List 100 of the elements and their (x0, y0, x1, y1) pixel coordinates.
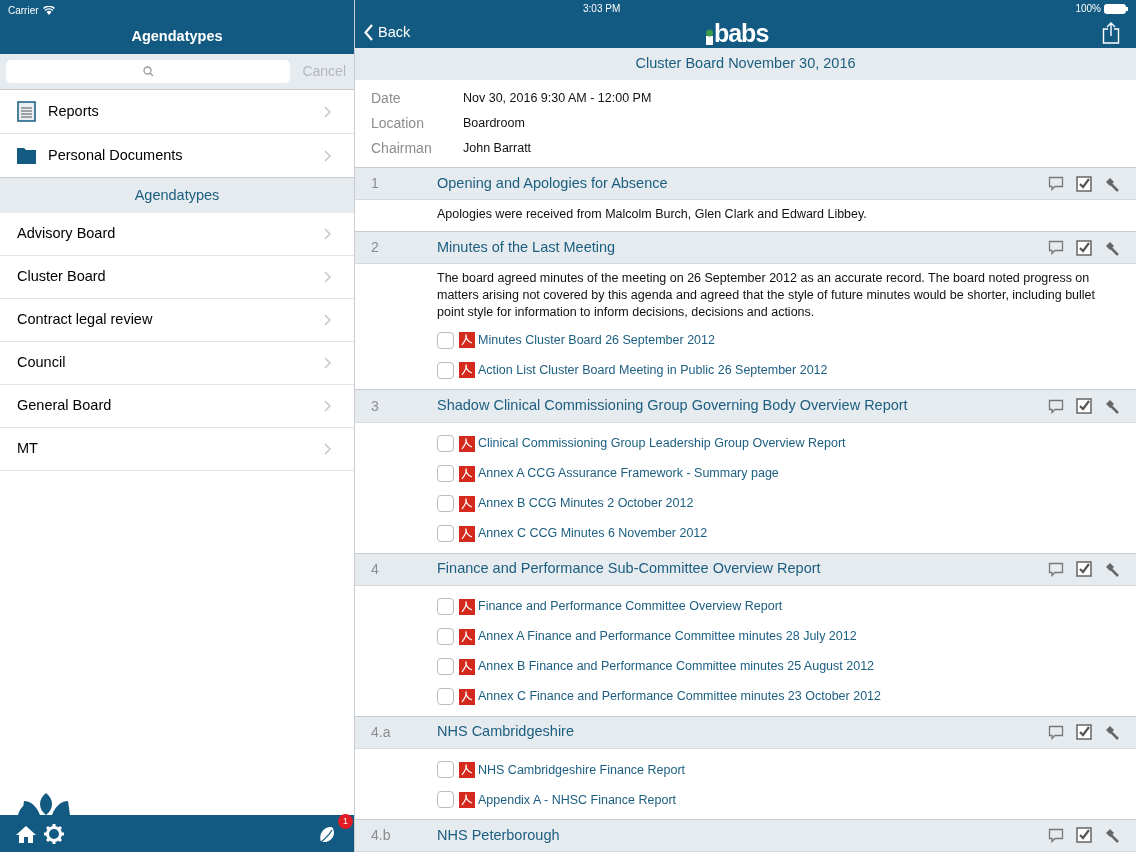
item-number: 4.a (371, 722, 392, 742)
status-time: 3:03 PM (583, 2, 621, 17)
panel-title: Agendatypes (131, 27, 223, 47)
comment-icon[interactable] (1048, 561, 1064, 577)
chevron-icon (323, 356, 332, 370)
document-link[interactable]: Appendix A - NHSC Finance Report (478, 790, 677, 810)
app-logo: babs (704, 20, 769, 45)
carrier-label: Carrier (8, 3, 39, 18)
wifi-icon (42, 5, 55, 15)
section-header: Agendatypes (134, 185, 220, 205)
notification-badge: 1 (338, 813, 353, 829)
agenda-item-title[interactable]: NHS Peterborough (437, 824, 1048, 847)
tree-icon (704, 28, 714, 45)
agenda-item-title[interactable]: NHS Cambridgeshire (437, 721, 1048, 744)
chevron-icon (323, 399, 332, 413)
comment-icon[interactable] (1048, 240, 1064, 256)
gavel-icon[interactable] (1104, 175, 1120, 192)
pdf-icon (459, 791, 475, 808)
gavel-icon[interactable] (1104, 724, 1120, 741)
item-description: Apologies were received from Malcolm Burch, Glen Clark and Edward Libbey. (437, 206, 868, 224)
detail-value: Nov 30, 2016 9:30 AM - 12:00 PM (463, 90, 652, 108)
document-link[interactable]: Minutes Cluster Board 26 September 2012 (478, 331, 715, 350)
agenda-item-title[interactable]: Minutes of the Last Meeting (437, 236, 1048, 259)
gavel-icon[interactable] (1104, 827, 1120, 844)
comment-icon[interactable] (1048, 176, 1064, 192)
document-link[interactable]: Annex C Finance and Performance Committee minutes 23 October 2012 (478, 687, 881, 707)
settings-icon[interactable] (44, 823, 64, 844)
gavel-icon[interactable] (1104, 239, 1120, 256)
pdf-icon (459, 465, 475, 482)
detail-label: Location (371, 114, 425, 134)
pdf-icon (459, 525, 475, 542)
agenda-item-title[interactable]: Opening and Apologies for Absence (437, 172, 1048, 195)
pdf-icon (459, 495, 475, 512)
checkbox[interactable] (437, 658, 454, 676)
pdf-icon (459, 628, 475, 645)
chevron-icon (323, 227, 332, 241)
checkbox-icon[interactable] (1076, 175, 1092, 192)
comment-icon[interactable] (1048, 398, 1064, 414)
checkbox-icon[interactable] (1076, 827, 1092, 844)
item-number: 4.b (371, 825, 392, 845)
pdf-icon (459, 362, 475, 379)
checkbox[interactable] (437, 628, 454, 646)
document-link[interactable]: NHS Cambridgeshire Finance Report (478, 760, 686, 780)
share-icon[interactable] (1102, 21, 1120, 44)
item-number: 3 (371, 396, 380, 416)
gavel-icon[interactable] (1104, 398, 1120, 414)
battery-icon (1104, 3, 1128, 14)
checkbox[interactable] (437, 688, 454, 706)
pdf-icon (459, 435, 475, 452)
agenda-item-title[interactable]: Shadow Clinical Commissioning Group Governing Body Overview Report (437, 395, 1048, 417)
search-icon (142, 66, 154, 77)
document-link[interactable]: Annex A CCG Assurance Framework - Summary page (478, 464, 779, 483)
checkbox[interactable] (437, 465, 454, 483)
document-link[interactable]: Annex B Finance and Performance Committee minutes 25 August 2012 (478, 657, 875, 677)
checkbox[interactable] (437, 331, 454, 349)
pdf-icon (459, 332, 475, 349)
item-description: The board agreed minutes of the meeting on 26 September 2012 as an accurate record. The board noted progress on matters arising not covered by this agenda and agreed that the style of future minutes would be shorter, including bullet point style for information to inform decisions, decisions and actions. (437, 270, 1097, 322)
back-chevron-icon (364, 24, 374, 42)
checkbox-icon[interactable] (1076, 561, 1092, 578)
checkbox-icon[interactable] (1076, 724, 1092, 741)
item-number: 2 (371, 238, 380, 258)
gavel-icon[interactable] (1104, 561, 1120, 578)
document-link[interactable]: Annex B CCG Minutes 2 October 2012 (478, 494, 694, 513)
chevron-icon (323, 442, 332, 456)
pdf-icon (459, 598, 475, 615)
detail-value: Boardroom (463, 115, 525, 133)
document-icon (17, 101, 36, 122)
item-number: 4 (371, 559, 380, 579)
pdf-icon (459, 761, 475, 778)
document-link[interactable]: Annex C CCG Minutes 6 November 2012 (478, 524, 708, 543)
search-field[interactable] (6, 60, 291, 83)
folder-icon (17, 145, 36, 166)
checkbox-icon[interactable] (1076, 398, 1092, 414)
checkbox[interactable] (437, 791, 454, 809)
checkbox[interactable] (437, 435, 454, 453)
chevron-icon (323, 148, 332, 163)
checkbox-icon[interactable] (1076, 239, 1092, 256)
document-link[interactable]: Action List Cluster Board Meeting in Public 26 September 2012 (478, 361, 828, 380)
pdf-icon (459, 658, 475, 675)
chevron-icon (323, 270, 332, 284)
checkbox[interactable] (437, 495, 454, 513)
detail-label: Date (371, 89, 402, 109)
document-link[interactable]: Annex A Finance and Performance Committee minutes 28 July 2012 (478, 627, 857, 647)
meeting-title: Cluster Board November 30, 2016 (635, 54, 856, 74)
agenda-item-title[interactable]: Finance and Performance Sub-Committee Overview Report (437, 558, 1048, 581)
home-icon[interactable] (16, 824, 36, 843)
detail-value: John Barratt (463, 140, 532, 158)
detail-label: Chairman (371, 139, 433, 159)
pdf-icon (459, 688, 475, 705)
back-button[interactable]: Back (363, 21, 412, 45)
document-link[interactable]: Clinical Commissioning Group Leadership Group Overview Report (478, 434, 846, 453)
checkbox[interactable] (437, 525, 454, 543)
comment-icon[interactable] (1048, 724, 1064, 740)
comment-icon[interactable] (1048, 827, 1064, 843)
document-link[interactable]: Finance and Performance Committee Overview Report (478, 597, 783, 617)
checkbox[interactable] (437, 598, 454, 616)
checkbox[interactable] (437, 761, 454, 779)
checkbox[interactable] (437, 361, 454, 379)
item-number: 1 (371, 174, 380, 194)
chevron-icon (323, 104, 332, 119)
